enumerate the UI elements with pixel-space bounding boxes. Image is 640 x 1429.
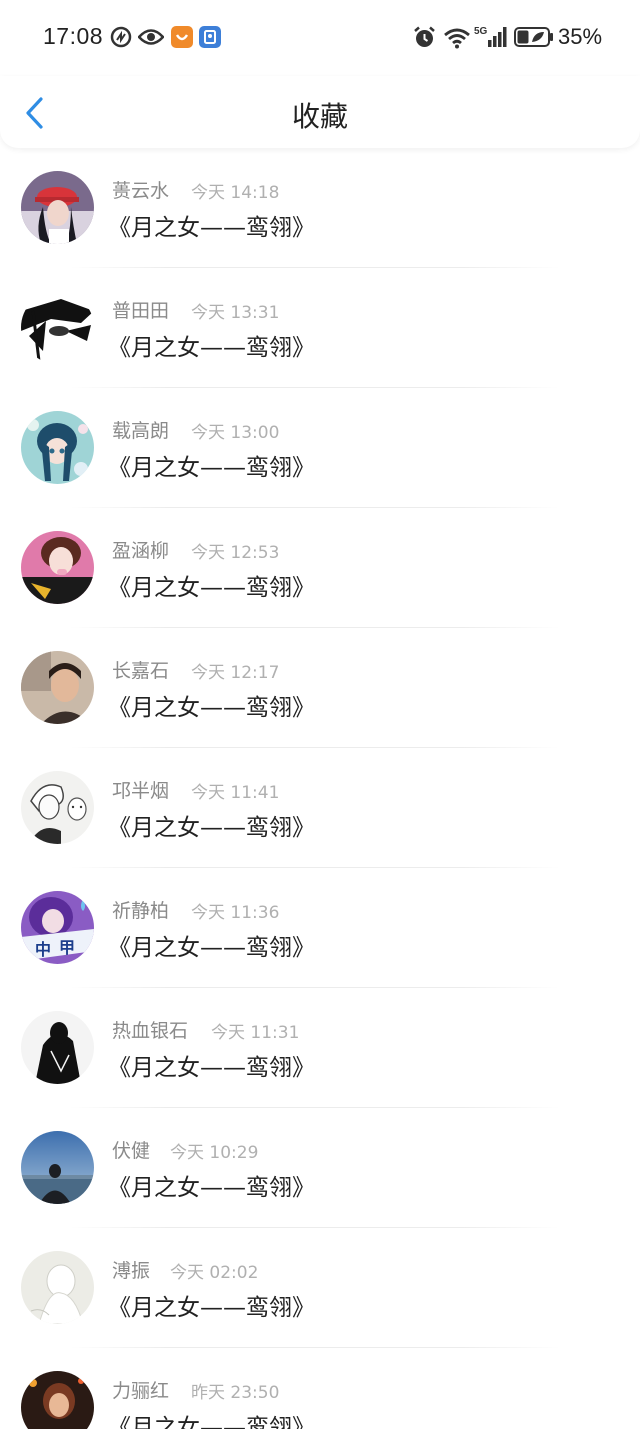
user-name: 溥振: [112, 1260, 151, 1282]
user-name: 邛半烟: [112, 780, 170, 802]
divider: [70, 867, 560, 868]
divider: [70, 387, 560, 388]
divider: [70, 1347, 560, 1348]
favorite-title: 《月之女——鸾翎》: [108, 1055, 315, 1081]
list-item[interactable]: 中甲 祈静柏 今天 11:36 《月之女——鸾翎》: [0, 870, 640, 990]
nav-header: 收藏: [0, 76, 640, 148]
list-item[interactable]: 长嘉石 今天 12:17 《月之女——鸾翎》: [0, 630, 640, 750]
avatar[interactable]: [21, 1251, 94, 1324]
user-name: 长嘉石: [112, 660, 170, 682]
battery-icon: [514, 27, 554, 51]
avatar[interactable]: [21, 1371, 94, 1429]
status-time: 17:08: [43, 23, 104, 49]
status-bar: 17:08 5G 35%: [0, 0, 640, 76]
svg-text:中: 中: [35, 940, 51, 959]
divider: [70, 1227, 560, 1228]
timestamp: 今天 11:31: [211, 1023, 300, 1043]
avatar[interactable]: [21, 411, 94, 484]
avatar[interactable]: [21, 1131, 94, 1204]
list-item[interactable]: 热血银石 今天 11:31 《月之女——鸾翎》: [0, 990, 640, 1110]
list-item[interactable]: 普田田 今天 13:31 《月之女——鸾翎》: [0, 270, 640, 390]
user-name: 普田田: [112, 300, 170, 322]
divider: [70, 507, 560, 508]
timestamp: 今天 14:18: [191, 183, 280, 203]
user-name: 载高朗: [112, 420, 170, 442]
list-item[interactable]: 邛半烟 今天 11:41 《月之女——鸾翎》: [0, 750, 640, 870]
timestamp: 今天 12:17: [191, 663, 280, 683]
list-item[interactable]: 伏健 今天 10:29 《月之女——鸾翎》: [0, 1110, 640, 1230]
favorite-title: 《月之女——鸾翎》: [108, 455, 315, 481]
user-name: 蒉云水: [112, 180, 170, 202]
avatar[interactable]: [21, 291, 94, 364]
app-notification-icon: [171, 26, 193, 52]
app-notification-icon-2: [199, 26, 221, 52]
timestamp: 今天 13:00: [191, 423, 280, 443]
divider: [70, 987, 560, 988]
user-name: 盈涵柳: [112, 540, 170, 562]
list-item[interactable]: 载高朗 今天 13:00 《月之女——鸾翎》: [0, 390, 640, 510]
favorite-title: 《月之女——鸾翎》: [108, 935, 315, 961]
timestamp: 今天 02:02: [170, 1263, 259, 1283]
timestamp: 今天 10:29: [170, 1143, 259, 1163]
favorite-title: 《月之女——鸾翎》: [108, 335, 315, 361]
signal-5g-icon: 5G: [474, 24, 508, 52]
divider: [70, 747, 560, 748]
avatar[interactable]: 中甲: [21, 891, 94, 964]
svg-text:甲: 甲: [59, 938, 75, 957]
favorite-title: 《月之女——鸾翎》: [108, 575, 315, 601]
alarm-icon: [413, 26, 436, 53]
data-saver-icon: [110, 26, 132, 52]
list-item[interactable]: 力骊红 昨天 23:50 《月之女——鸾翎》: [0, 1350, 640, 1429]
timestamp: 今天 11:41: [191, 783, 280, 803]
avatar[interactable]: [21, 171, 94, 244]
favorite-title: 《月之女——鸾翎》: [108, 695, 315, 721]
wifi-icon: [443, 27, 471, 53]
list-item[interactable]: 溥振 今天 02:02 《月之女——鸾翎》: [0, 1230, 640, 1350]
timestamp: 昨天 23:50: [191, 1383, 280, 1403]
user-name: 力骊红: [112, 1380, 170, 1402]
divider: [70, 1107, 560, 1108]
favorite-title: 《月之女——鸾翎》: [108, 1415, 315, 1429]
svg-text:5G: 5G: [474, 26, 488, 37]
favorite-title: 《月之女——鸾翎》: [108, 215, 315, 241]
divider: [70, 627, 560, 628]
favorite-title: 《月之女——鸾翎》: [108, 815, 315, 841]
battery-percent: 35%: [558, 24, 603, 49]
avatar[interactable]: [21, 1011, 94, 1084]
timestamp: 今天 12:53: [191, 543, 280, 563]
user-name: 伏健: [112, 1140, 151, 1162]
user-name: 祈静柏: [112, 900, 170, 922]
avatar[interactable]: [21, 531, 94, 604]
list-item[interactable]: 蒉云水 今天 14:18 《月之女——鸾翎》: [0, 150, 640, 270]
divider: [70, 267, 560, 268]
user-name: 热血银石: [112, 1020, 189, 1042]
list-item[interactable]: 盈涵柳 今天 12:53 《月之女——鸾翎》: [0, 510, 640, 630]
page-title: 收藏: [291, 100, 348, 133]
favorite-title: 《月之女——鸾翎》: [108, 1295, 315, 1321]
timestamp: 今天 13:31: [191, 303, 280, 323]
avatar[interactable]: [21, 651, 94, 724]
timestamp: 今天 11:36: [191, 903, 280, 923]
favorite-title: 《月之女——鸾翎》: [108, 1175, 315, 1201]
eye-icon: [137, 28, 165, 50]
avatar[interactable]: [21, 771, 94, 844]
